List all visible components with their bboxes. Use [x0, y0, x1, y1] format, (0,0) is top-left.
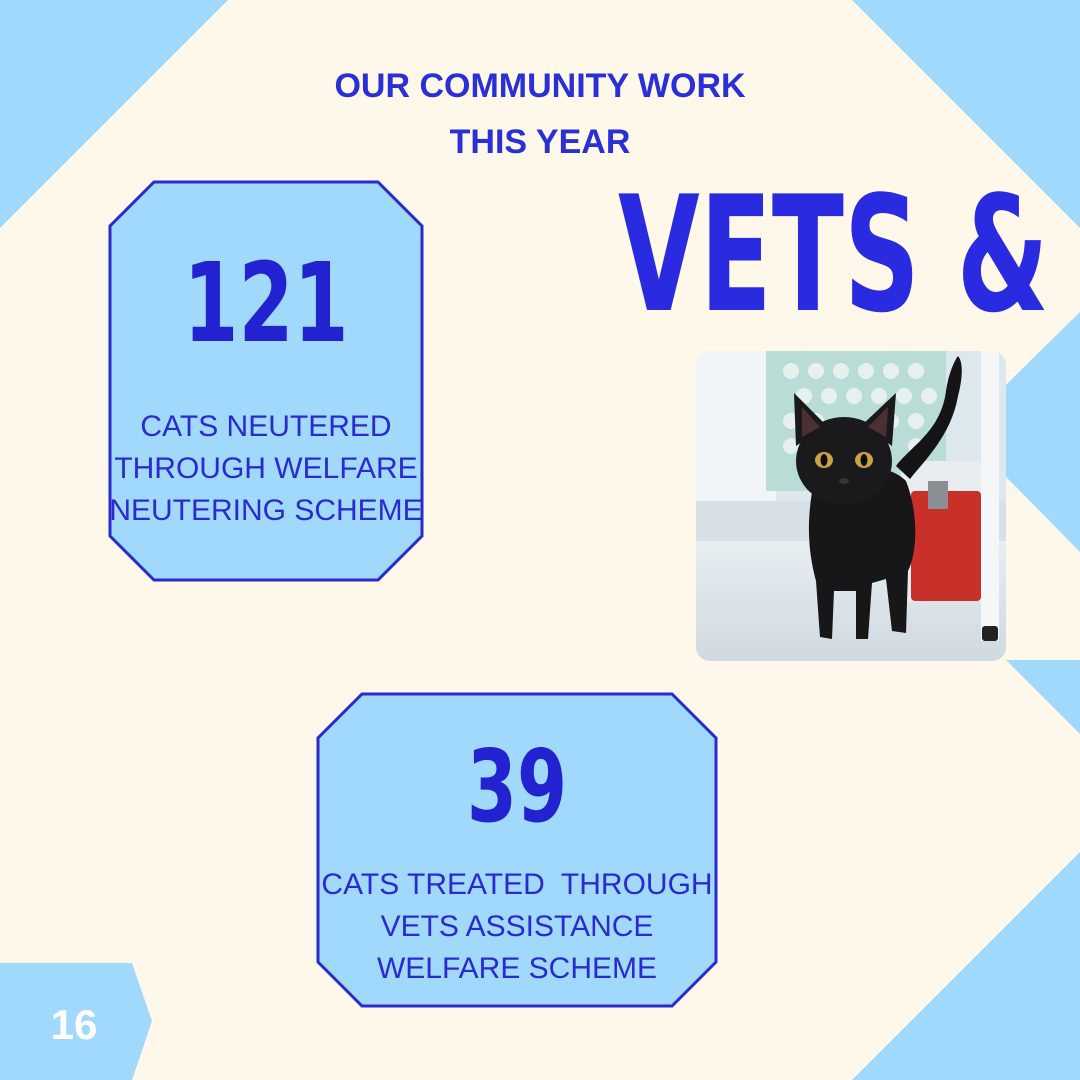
- stat-card-treated: 39 CATS TREATED THROUGH VETS ASSISTANCE …: [316, 692, 718, 1008]
- corner-shape-bottom-right: [852, 852, 1080, 1080]
- page-heading: OUR COMMUNITY WORK THIS YEAR: [240, 58, 840, 170]
- stat-description-line: THROUGH WELFARE: [114, 452, 418, 485]
- heading-line-1: OUR COMMUNITY WORK: [334, 67, 746, 105]
- corner-shape-right-middle: [1006, 660, 1080, 734]
- stat-description-line: CATS TREATED THROUGH: [321, 868, 713, 901]
- stat-description-line: VETS ASSISTANCE: [380, 910, 654, 943]
- stat-description: CATS NEUTERED THROUGH WELFARE NEUTERING …: [108, 406, 424, 532]
- stat-description: CATS TREATED THROUGH VETS ASSISTANCE WEL…: [316, 864, 718, 990]
- stat-number: 121: [183, 239, 349, 367]
- stat-description-line: CATS NEUTERED: [140, 410, 392, 443]
- page-number: 16: [50, 1001, 98, 1048]
- big-title: VETS &: [618, 161, 1049, 348]
- stat-description-line: WELFARE SCHEME: [376, 952, 658, 985]
- stat-card-neutered: 121 CATS NEUTERED THROUGH WELFARE NEUTER…: [108, 180, 424, 582]
- stat-number: 39: [466, 728, 568, 845]
- stat-description-line: NEUTERING SCHEME: [109, 494, 423, 527]
- black-kitten-photo: [696, 351, 1006, 661]
